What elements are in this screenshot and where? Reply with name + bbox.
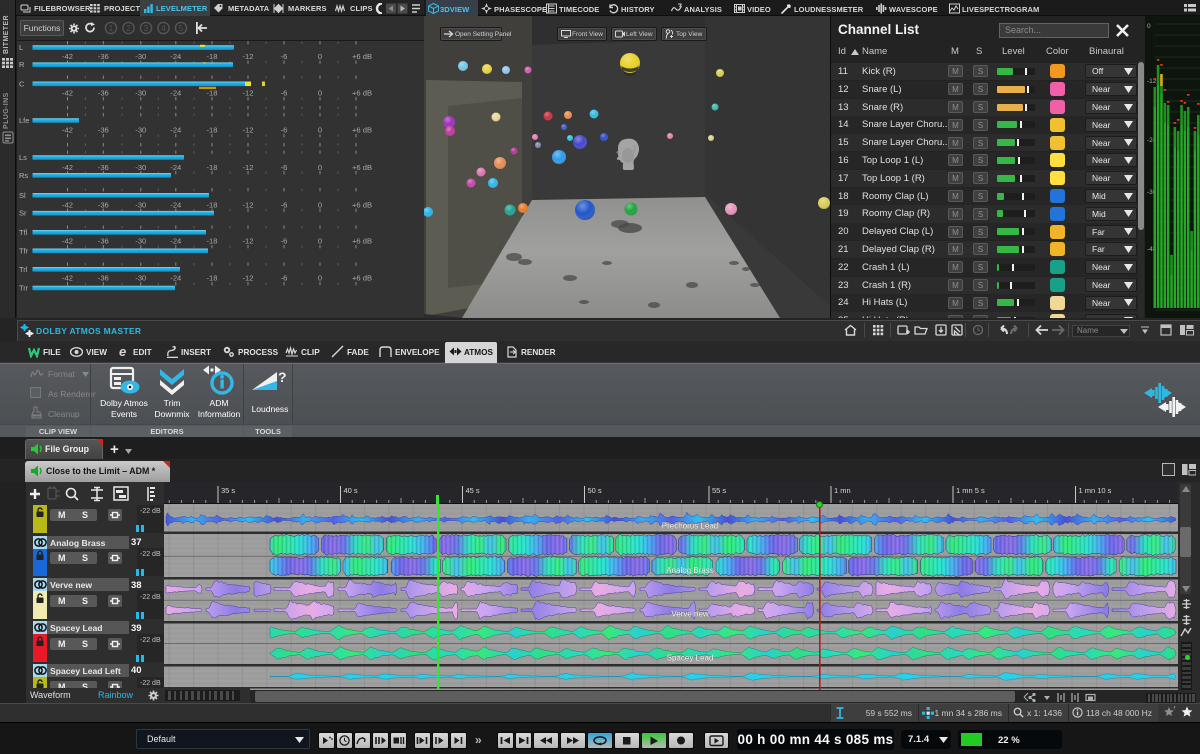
svg-text:-6: -6 (281, 52, 288, 61)
svg-text:-36: -36 (98, 237, 109, 246)
svg-text:-24: -24 (170, 163, 181, 172)
svg-text:Sr: Sr (19, 209, 27, 218)
svg-text:Tfl: Tfl (19, 228, 28, 237)
svg-text:35 s: 35 s (221, 486, 235, 495)
svg-text:-18: -18 (207, 126, 218, 135)
svg-text:1 mn 10 s: 1 mn 10 s (1079, 486, 1112, 495)
svg-text:Trr: Trr (19, 284, 29, 293)
svg-text:C: C (19, 79, 25, 88)
svg-text:-30: -30 (135, 274, 146, 283)
svg-text:Trl: Trl (19, 265, 28, 274)
svg-text:-18: -18 (207, 237, 218, 246)
svg-text:-36: -36 (98, 89, 109, 98)
svg-text:-12: -12 (243, 126, 254, 135)
svg-text:4: 4 (161, 24, 166, 33)
svg-text:-30: -30 (135, 237, 146, 246)
svg-text:-36: -36 (98, 163, 109, 172)
svg-text:1 mn 5 s: 1 mn 5 s (956, 486, 985, 495)
svg-text:-6: -6 (281, 274, 288, 283)
svg-text:5: 5 (179, 24, 184, 33)
svg-text:-12: -12 (243, 163, 254, 172)
svg-text:Ls: Ls (19, 153, 27, 162)
svg-text:Sl: Sl (19, 191, 26, 200)
svg-text:-42: -42 (62, 237, 73, 246)
svg-text:0: 0 (318, 126, 322, 135)
svg-text:-6: -6 (281, 163, 288, 172)
svg-text:-24: -24 (170, 89, 181, 98)
svg-text:45 s: 45 s (466, 486, 480, 495)
svg-text:Analog Brass: Analog Brass (666, 566, 714, 575)
svg-text:-18: -18 (207, 163, 218, 172)
svg-text:Spacey Lead: Spacey Lead (667, 654, 714, 663)
svg-text:+6 dB: +6 dB (352, 163, 372, 172)
svg-text:-18: -18 (207, 274, 218, 283)
svg-text:-30: -30 (135, 89, 146, 98)
svg-text:-24: -24 (170, 126, 181, 135)
svg-text:-36: -36 (98, 274, 109, 283)
svg-text:-36: -36 (98, 201, 109, 210)
svg-text:-42: -42 (62, 274, 73, 283)
svg-text:3: 3 (144, 24, 149, 33)
svg-text:-12: -12 (243, 274, 254, 283)
svg-text:+6 dB: +6 dB (352, 237, 372, 246)
svg-text:-36: -36 (98, 52, 109, 61)
svg-text:Rs: Rs (19, 171, 28, 180)
svg-text:0: 0 (1147, 23, 1151, 30)
svg-text:-24: -24 (170, 274, 181, 283)
svg-text:+6 dB: +6 dB (352, 274, 372, 283)
svg-text:L: L (19, 43, 23, 52)
svg-text:0: 0 (318, 163, 322, 172)
svg-text:-30: -30 (135, 163, 146, 172)
svg-text:+6 dB: +6 dB (352, 201, 372, 210)
svg-text:Lfe: Lfe (19, 116, 29, 125)
svg-text:-18: -18 (207, 201, 218, 210)
svg-text:R: R (19, 60, 25, 69)
svg-text:-12: -12 (243, 52, 254, 61)
svg-text:1: 1 (109, 24, 114, 33)
svg-text:+6 dB: +6 dB (352, 52, 372, 61)
svg-text:-18: -18 (207, 89, 218, 98)
svg-text:-6: -6 (281, 201, 288, 210)
svg-text:-24: -24 (170, 237, 181, 246)
svg-text:?: ? (278, 369, 287, 385)
svg-text:1 mn: 1 mn (834, 486, 851, 495)
svg-text:0: 0 (318, 52, 322, 61)
svg-text:0: 0 (318, 89, 322, 98)
svg-text:+6 dB: +6 dB (352, 126, 372, 135)
svg-text:-12: -12 (243, 237, 254, 246)
svg-text:-6: -6 (281, 126, 288, 135)
svg-text:-42: -42 (62, 163, 73, 172)
svg-text:-30: -30 (135, 201, 146, 210)
svg-text:Verve new: Verve new (671, 610, 709, 619)
svg-text:-12: -12 (243, 201, 254, 210)
svg-text:-30: -30 (135, 52, 146, 61)
svg-text:2: 2 (126, 24, 131, 33)
svg-text:0: 0 (318, 274, 322, 283)
svg-text:+6 dB: +6 dB (352, 89, 372, 98)
svg-text:-36: -36 (98, 126, 109, 135)
svg-text:0: 0 (318, 201, 322, 210)
svg-text:-42: -42 (62, 126, 73, 135)
svg-text:-30: -30 (135, 126, 146, 135)
svg-text:-42: -42 (62, 201, 73, 210)
svg-text:55 s: 55 s (712, 486, 726, 495)
svg-text:-24: -24 (170, 201, 181, 210)
svg-text:40 s: 40 s (344, 486, 358, 495)
svg-text:-12: -12 (243, 89, 254, 98)
svg-text:-6: -6 (281, 237, 288, 246)
svg-text:Tfr: Tfr (19, 246, 29, 255)
svg-text:0: 0 (318, 237, 322, 246)
svg-text:-42: -42 (62, 52, 73, 61)
svg-text:-42: -42 (62, 89, 73, 98)
svg-text:-6: -6 (281, 89, 288, 98)
svg-text:Prechorus Lead: Prechorus Lead (662, 522, 718, 531)
svg-text:-24: -24 (170, 52, 181, 61)
svg-text:-18: -18 (207, 52, 218, 61)
svg-text:50 s: 50 s (588, 486, 602, 495)
